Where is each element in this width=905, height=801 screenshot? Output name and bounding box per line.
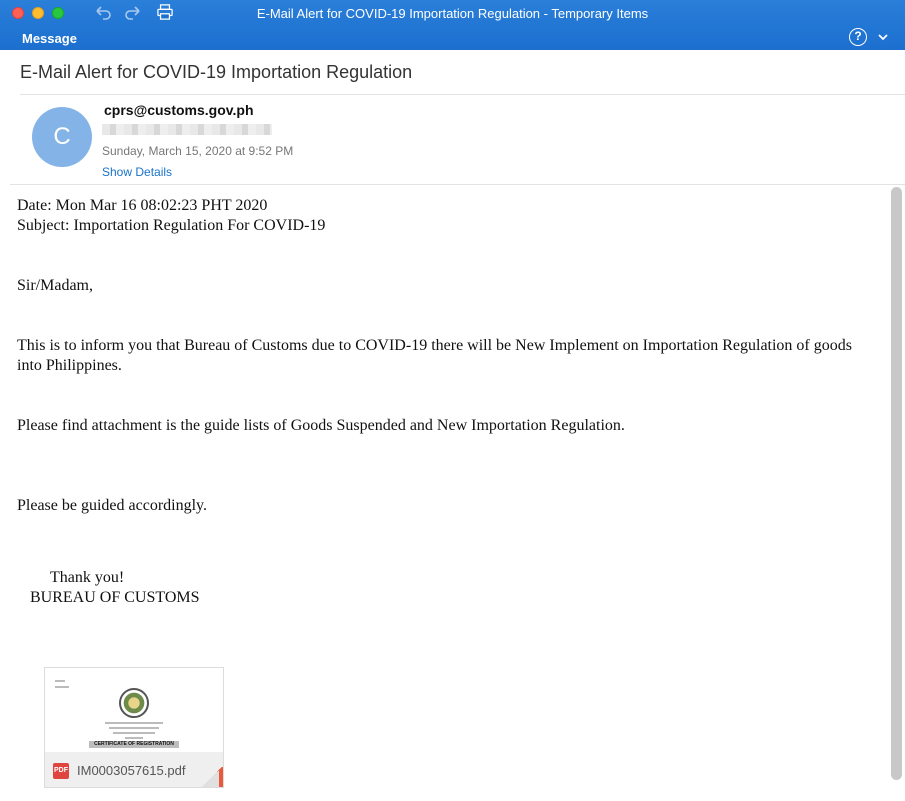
thanks-line: Thank you! <box>50 569 125 586</box>
attachment-card[interactable]: CERTIFICATE OF REGISTRATION PDF IM000305… <box>44 667 224 788</box>
sent-date: Sunday, March 15, 2020 at 9:52 PM <box>102 144 294 158</box>
sender-address[interactable]: cprs@customs.gov.ph <box>104 102 254 118</box>
tab-message[interactable]: Message <box>22 31 77 46</box>
body-subject-line: Subject: Importation Regulation For COVI… <box>17 217 326 234</box>
help-icon[interactable]: ? <box>849 28 867 46</box>
body-paragraph: Please be guided accordingly. <box>17 497 208 514</box>
body-date-line: Date: Mon Mar 16 08:02:23 PHT 2020 <box>17 197 268 214</box>
greeting: Sir/Madam, <box>17 277 93 294</box>
body-paragraph: Please find attachment is the guide list… <box>17 417 625 434</box>
seal-icon <box>119 688 149 718</box>
redacted-recipient <box>102 124 272 135</box>
message-subject: E-Mail Alert for COVID-19 Importation Re… <box>20 62 413 82</box>
attachment-filename[interactable]: IM0003057615.pdf <box>77 763 185 778</box>
signature: BUREAU OF CUSTOMS <box>30 589 200 606</box>
attachment-preview: CERTIFICATE OF REGISTRATION <box>45 668 223 752</box>
certificate-caption: CERTIFICATE OF REGISTRATION <box>89 741 179 748</box>
avatar: C <box>32 107 92 167</box>
pdf-icon: PDF <box>53 763 69 779</box>
header-divider <box>20 94 905 95</box>
body-divider <box>10 184 905 185</box>
chevron-down-icon[interactable] <box>877 31 889 43</box>
body-paragraph: This is to inform you that Bureau of Cus… <box>17 337 852 374</box>
title-bar: E-Mail Alert for COVID-19 Importation Re… <box>0 0 905 50</box>
page-curl-icon <box>201 767 223 787</box>
scrollbar[interactable] <box>891 187 902 780</box>
show-details-link[interactable]: Show Details <box>102 165 172 179</box>
message-body: Date: Mon Mar 16 08:02:23 PHT 2020 Subje… <box>17 196 877 608</box>
window-title: E-Mail Alert for COVID-19 Importation Re… <box>256 6 649 21</box>
attachment-footer: PDF IM0003057615.pdf <box>45 752 223 787</box>
